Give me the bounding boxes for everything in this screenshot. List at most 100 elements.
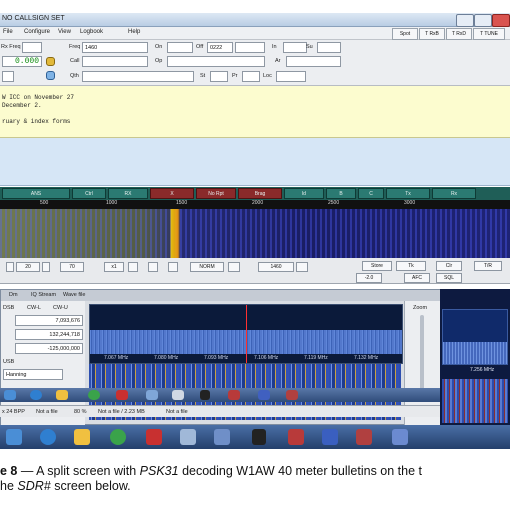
log-icon[interactable] — [46, 71, 55, 80]
rewind-button[interactable] — [128, 262, 138, 272]
start-icon[interactable] — [4, 390, 16, 400]
store-button[interactable]: Store — [362, 261, 392, 271]
app-icon[interactable] — [252, 429, 266, 445]
sql-toggle[interactable]: SQL — [436, 273, 462, 283]
app-icon[interactable] — [392, 429, 408, 445]
macro-x-button[interactable]: X — [150, 188, 194, 199]
app-icon[interactable] — [200, 390, 210, 400]
mode-dsb-radio[interactable]: DSB — [3, 305, 14, 311]
increase-button[interactable] — [42, 262, 50, 272]
source-dm-tab[interactable]: Dm — [9, 292, 18, 298]
rxd-button[interactable]: T RxD — [446, 28, 472, 40]
tr-button[interactable]: T/R — [474, 261, 502, 271]
menu-configure[interactable]: Configure — [24, 29, 50, 35]
macro-norpt-button[interactable]: No Rpt — [196, 188, 236, 199]
mode-cwl-radio[interactable]: CW-L — [27, 305, 41, 311]
st-field[interactable] — [210, 71, 228, 82]
app-icon[interactable] — [180, 429, 196, 445]
spot-button[interactable]: Spot — [392, 28, 418, 40]
transmit-text-pane[interactable] — [0, 138, 510, 186]
freq-up-button[interactable] — [296, 262, 308, 272]
mode-cwu-radio[interactable]: CW-U — [53, 305, 68, 311]
macro-rx-button[interactable]: RX — [108, 188, 148, 199]
app-icon[interactable] — [214, 429, 230, 445]
off-field[interactable]: 0222 — [207, 42, 233, 53]
freq-field[interactable]: 1460 — [82, 42, 148, 53]
menu-logbook[interactable]: Logbook — [80, 29, 103, 35]
level-field[interactable]: 70 — [60, 262, 84, 272]
app-icon[interactable] — [322, 429, 338, 445]
macro-rx2-button[interactable]: Rx — [432, 188, 476, 199]
lookup-icon[interactable] — [46, 57, 55, 66]
app-icon[interactable] — [146, 429, 162, 445]
psk-waterfall-display[interactable] — [0, 209, 510, 258]
source-iq-tab[interactable]: IQ Stream — [31, 292, 56, 298]
sdr-spectrum-display[interactable]: 7.067 MHz 7.080 MHz 7.093 MHz 7.106 MHz … — [89, 304, 403, 364]
macro-ans-button[interactable]: ANS — [2, 188, 70, 199]
freq-field[interactable]: 1460 — [258, 262, 294, 272]
tuning-cursor[interactable] — [246, 305, 247, 363]
off-extra-field[interactable] — [235, 42, 265, 53]
menu-file[interactable]: File — [3, 29, 13, 35]
app-icon[interactable] — [228, 390, 240, 400]
on-field[interactable] — [167, 42, 193, 53]
folder-icon[interactable] — [56, 390, 68, 400]
window-select[interactable]: Hanning — [3, 369, 63, 380]
stop-button[interactable] — [148, 262, 158, 272]
gain-field[interactable]: 20 — [16, 262, 40, 272]
macro-id-button[interactable]: ld — [284, 188, 324, 199]
macro-tx-button[interactable]: Tx — [386, 188, 430, 199]
center-frequency-field[interactable]: 132,244,718 — [15, 329, 83, 340]
offset-frequency-field[interactable]: -125,000,000 — [15, 343, 83, 354]
macro-ctrl-button[interactable]: Ctrl — [72, 188, 106, 199]
receive-text-pane[interactable]: W ICC on November 27 December 2. ruary &… — [0, 86, 510, 138]
menu-help[interactable]: Help — [128, 29, 140, 35]
second-waterfall[interactable] — [442, 379, 508, 423]
sent-field[interactable] — [317, 42, 341, 53]
decrease-button[interactable] — [6, 262, 14, 272]
qth-field[interactable] — [82, 71, 194, 82]
app-icon[interactable] — [286, 390, 298, 400]
tk-button[interactable]: Tk — [396, 261, 426, 271]
app-icon[interactable] — [146, 390, 158, 400]
offset-field[interactable]: -2.0 — [356, 273, 382, 283]
maximize-button[interactable] — [474, 14, 492, 27]
chrome-icon[interactable] — [88, 390, 100, 400]
close-button[interactable] — [492, 14, 510, 27]
zoom-field[interactable]: x1 — [104, 262, 124, 272]
macro-c-button[interactable]: C — [358, 188, 384, 199]
ie-icon[interactable] — [40, 429, 56, 445]
clr-button[interactable]: Clr — [436, 261, 462, 271]
app-icon[interactable] — [288, 429, 304, 445]
norm-button[interactable]: NORM — [190, 262, 224, 272]
minimize-button[interactable] — [456, 14, 474, 27]
loc-field[interactable] — [276, 71, 306, 82]
rxb-button[interactable]: T RxB — [419, 28, 445, 40]
chrome-icon[interactable] — [110, 429, 126, 445]
ar-field[interactable] — [286, 56, 341, 67]
mode-dropdown[interactable] — [2, 71, 14, 82]
rx-freq-field[interactable] — [22, 42, 42, 53]
play-button[interactable] — [168, 262, 178, 272]
in-field[interactable] — [283, 42, 307, 53]
menu-view[interactable]: View — [58, 29, 71, 35]
tune-button[interactable]: T TUNE — [473, 28, 505, 40]
zoom-slider[interactable] — [420, 315, 424, 395]
app-icon[interactable] — [116, 390, 128, 400]
vfo-frequency-field[interactable]: 7,093,676 — [15, 315, 83, 326]
source-wave-tab[interactable]: Wave file — [63, 292, 85, 298]
folder-icon[interactable] — [74, 429, 90, 445]
app-icon[interactable] — [172, 390, 184, 400]
app-icon[interactable] — [356, 429, 372, 445]
freq-down-button[interactable] — [228, 262, 240, 272]
start-icon[interactable] — [6, 429, 22, 445]
afc-toggle[interactable]: AFC — [404, 273, 430, 283]
call-field[interactable] — [82, 56, 148, 67]
app-icon[interactable] — [258, 390, 270, 400]
op-field[interactable] — [167, 56, 265, 67]
macro-brag-button[interactable]: Brag — [238, 188, 282, 199]
second-spectrum[interactable] — [442, 309, 508, 365]
browser-icon[interactable] — [30, 390, 42, 400]
pr-field[interactable] — [242, 71, 260, 82]
macro-b-button[interactable]: B — [326, 188, 356, 199]
